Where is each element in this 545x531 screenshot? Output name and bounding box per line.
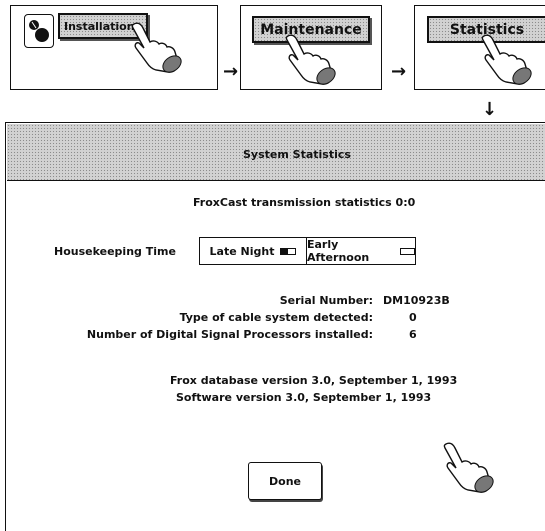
database-version: Frox database version 3.0, September 1, …	[170, 374, 458, 387]
housekeeping-label: Housekeeping Time	[54, 245, 176, 258]
dsp-count-label: Number of Digital Signal Processors inst…	[86, 328, 373, 341]
cable-system-value: 0	[409, 311, 417, 324]
window-title: System Statistics	[243, 148, 351, 161]
cable-system-label: Type of cable system detected:	[179, 311, 373, 324]
pushpin-icon	[24, 14, 54, 48]
arrow-right-icon: →	[391, 61, 407, 82]
installation-label: Installation	[64, 19, 135, 33]
software-version: Software version 3.0, September 1, 1993	[176, 391, 432, 404]
late-night-label: Late Night	[209, 244, 275, 258]
hand-pointer-icon	[131, 22, 182, 73]
transmission-statistics: FroxCast transmission statistics 0:0	[193, 196, 416, 209]
dsp-count-value: 6	[409, 328, 417, 341]
toggle-indicator-icon	[400, 247, 415, 255]
arrow-down-icon: ↓	[482, 99, 498, 120]
early-afternoon-label: Early Afternoon	[307, 238, 370, 264]
serial-number-value: DM10923B	[383, 294, 450, 307]
serial-number-label: Serial Number:	[279, 294, 373, 307]
hand-pointer-icon	[481, 34, 532, 85]
hand-pointer-icon	[285, 34, 336, 85]
hand-pointer-icon	[443, 442, 494, 493]
done-label: Done	[269, 474, 301, 488]
arrow-right-icon: →	[223, 61, 239, 82]
early-afternoon-option[interactable]: Early Afternoon	[306, 237, 416, 265]
done-button[interactable]: Done	[248, 462, 322, 500]
toggle-indicator-icon	[280, 247, 297, 255]
late-night-option[interactable]: Late Night	[199, 237, 307, 265]
